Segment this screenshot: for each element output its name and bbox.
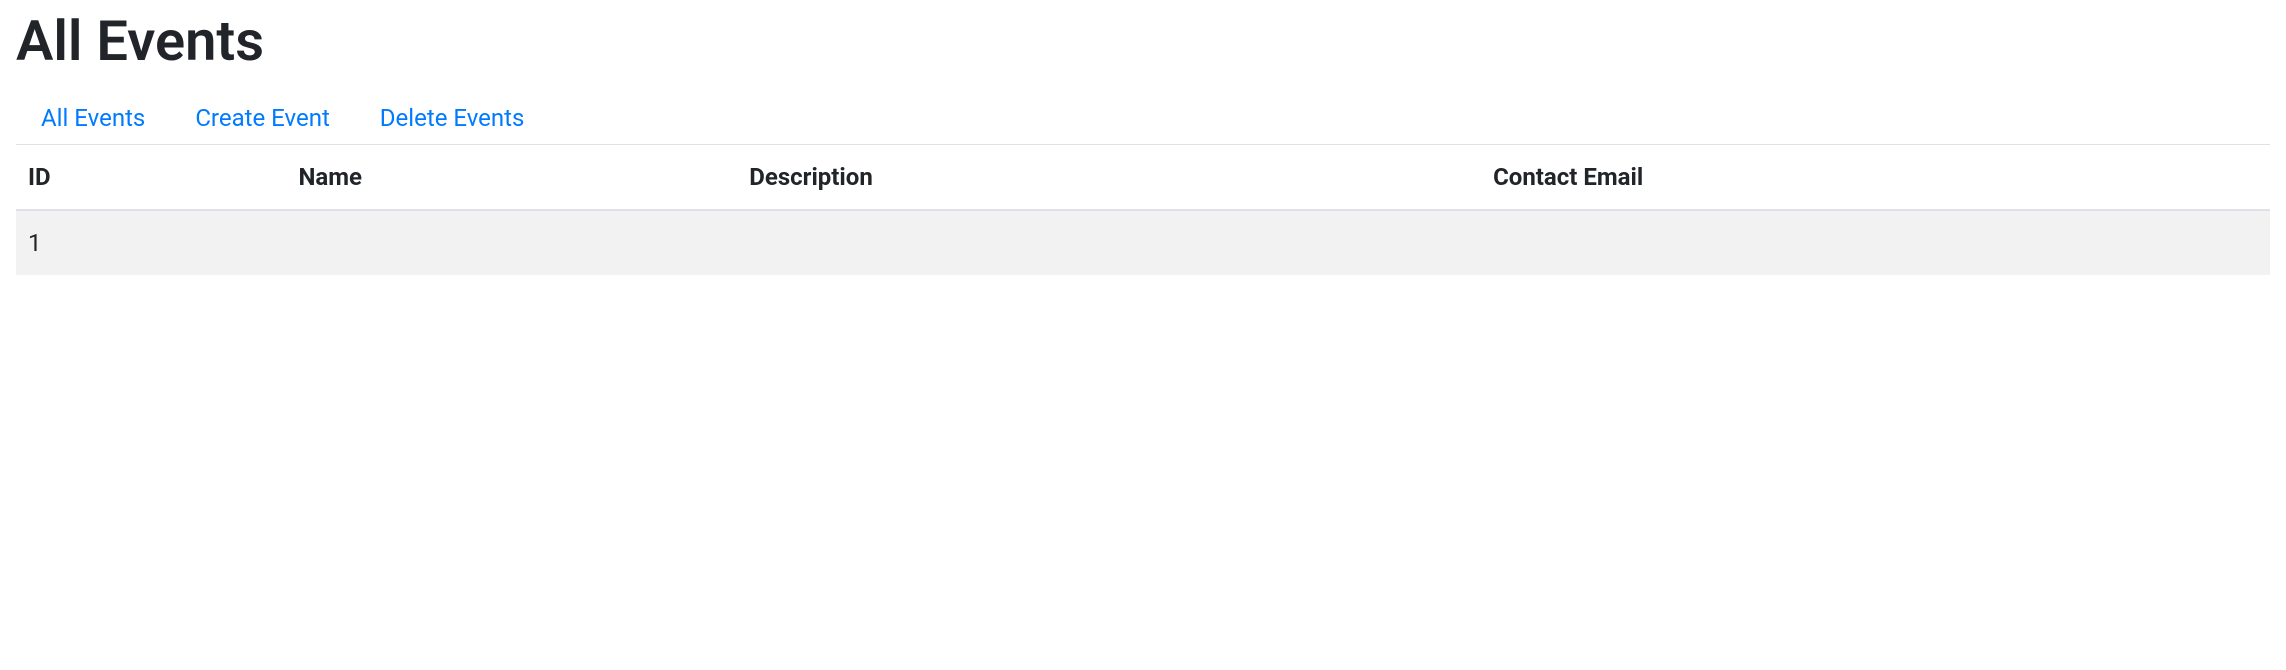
tab-create-event[interactable]: Create Event bbox=[170, 91, 354, 145]
tab-link-create-event[interactable]: Create Event bbox=[170, 91, 354, 145]
table-row: 1 bbox=[16, 210, 2270, 275]
table-header-row: ID Name Description Contact Email bbox=[16, 145, 2270, 210]
events-table: ID Name Description Contact Email 1 bbox=[16, 145, 2270, 275]
tab-link-delete-events[interactable]: Delete Events bbox=[355, 91, 550, 145]
cell-id: 1 bbox=[16, 210, 286, 275]
nav-tabs: All Events Create Event Delete Events bbox=[16, 91, 2270, 145]
table-header-description: Description bbox=[737, 145, 1481, 210]
table-header-name: Name bbox=[286, 145, 737, 210]
table-header-id: ID bbox=[16, 145, 286, 210]
tab-all-events[interactable]: All Events bbox=[16, 91, 170, 145]
tab-link-all-events[interactable]: All Events bbox=[16, 91, 170, 145]
table-header-contact-email: Contact Email bbox=[1481, 145, 2270, 210]
cell-description bbox=[737, 210, 1481, 275]
page-title: All Events bbox=[16, 8, 2270, 75]
tab-delete-events[interactable]: Delete Events bbox=[355, 91, 550, 145]
cell-name bbox=[286, 210, 737, 275]
cell-contact-email bbox=[1481, 210, 2270, 275]
